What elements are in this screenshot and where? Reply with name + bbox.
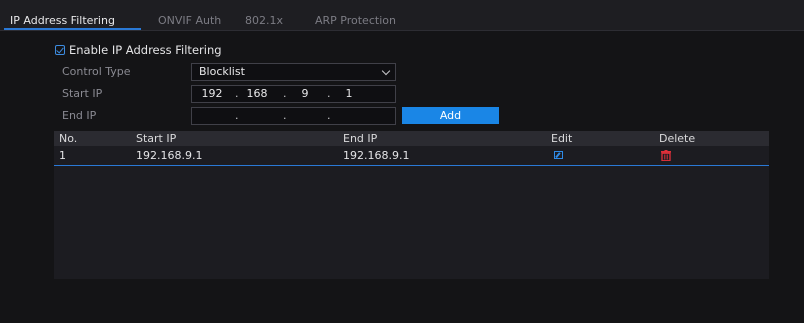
ip-separator: .: [283, 87, 287, 100]
column-header-no: No.: [59, 132, 78, 145]
column-header-start-ip: Start IP: [136, 132, 177, 145]
column-header-edit: Edit: [551, 132, 573, 145]
enable-ip-filtering-checkbox[interactable]: Enable IP Address Filtering: [55, 42, 222, 58]
chevron-down-icon: [381, 66, 391, 76]
ip-separator: .: [327, 87, 331, 100]
ip-filter-table: No. Start IP End IP Edit Delete 1 192.16…: [54, 131, 769, 279]
tab-802-1x[interactable]: 802.1x: [245, 13, 283, 29]
enable-ip-filtering-label: Enable IP Address Filtering: [69, 43, 222, 57]
column-header-end-ip: End IP: [343, 132, 378, 145]
end-ip-input[interactable]: . . .: [191, 107, 396, 125]
start-ip-octet-2[interactable]: 168: [242, 86, 272, 102]
tab-ip-address-filtering[interactable]: IP Address Filtering: [10, 13, 115, 29]
trash-icon[interactable]: [660, 150, 672, 161]
ip-separator: .: [235, 109, 239, 122]
row-number: 1: [59, 149, 66, 162]
tab-onvif-auth[interactable]: ONVIF Auth: [158, 13, 221, 29]
edit-icon[interactable]: [554, 151, 563, 159]
ip-separator: .: [283, 109, 287, 122]
tab-bar: IP Address Filtering ONVIF Auth 802.1x A…: [0, 0, 804, 31]
start-ip-input[interactable]: 192 . 168 . 9 . 1: [191, 85, 396, 103]
control-type-value: Blocklist: [199, 65, 245, 78]
control-type-select[interactable]: Blocklist: [191, 63, 396, 81]
active-tab-indicator: [4, 28, 141, 30]
end-ip-label: End IP: [62, 109, 97, 122]
tab-arp-protection[interactable]: ARP Protection: [315, 13, 396, 29]
start-ip-octet-3[interactable]: 9: [290, 86, 320, 102]
add-button[interactable]: Add: [402, 107, 499, 124]
ip-separator: .: [235, 87, 239, 100]
start-ip-octet-4[interactable]: 1: [334, 86, 364, 102]
column-header-delete: Delete: [659, 132, 696, 145]
table-row[interactable]: 1 192.168.9.1 192.168.9.1: [54, 146, 769, 166]
checkbox-icon[interactable]: [55, 45, 65, 55]
row-start-ip: 192.168.9.1: [136, 149, 203, 162]
row-end-ip: 192.168.9.1: [343, 149, 410, 162]
control-type-label: Control Type: [62, 65, 131, 78]
table-header: No. Start IP End IP Edit Delete: [54, 131, 769, 146]
ip-separator: .: [327, 109, 331, 122]
start-ip-label: Start IP: [62, 87, 103, 100]
start-ip-octet-1[interactable]: 192: [197, 86, 227, 102]
